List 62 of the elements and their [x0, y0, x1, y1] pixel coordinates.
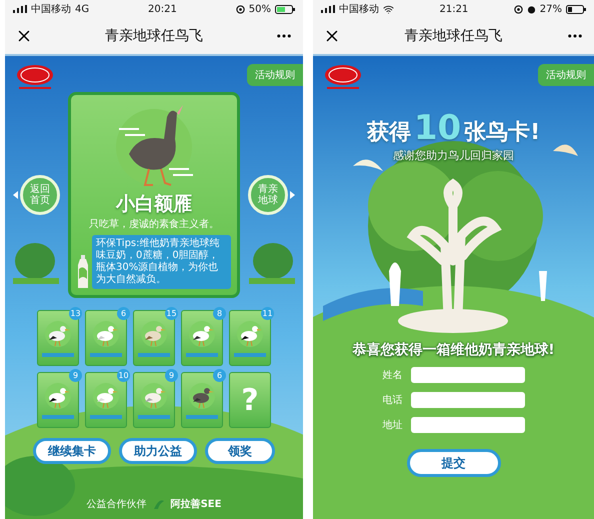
action-button[interactable]: 助力公益 [119, 438, 197, 464]
bird-card-thumbnail[interactable]: 6 [85, 310, 127, 366]
carrier-text: 中国移动 [339, 2, 379, 16]
carrier-text: 中国移动 [31, 2, 71, 16]
bird-icon [235, 319, 265, 349]
logo-icon [15, 64, 55, 90]
bird-card-thumbnail[interactable]: 9 [37, 372, 79, 428]
bird-card-thumbnail[interactable]: 11 [229, 310, 271, 366]
clock-text: 20:21 [148, 4, 177, 14]
network-text: 4G [75, 4, 90, 14]
page-title: 青亲地球任鸟飞 [105, 27, 203, 45]
arrow-icon [290, 191, 295, 199]
field-label: 电话 [382, 394, 402, 407]
locked-card[interactable]: ? [229, 372, 271, 428]
bird-icon [91, 381, 121, 411]
battery-text: 27% [540, 4, 562, 14]
input-field[interactable] [410, 392, 524, 408]
page-title: 青亲地球任鸟飞 [404, 27, 502, 45]
bird-description: 只吃草，虔诚的素食主义者。 [89, 219, 219, 231]
eco-tips: 环保Tips:维他奶青亲地球纯味豆奶，0蔗糖，0胆固醇，瓶体30%源自植物，为你也为大自然减负。 [92, 235, 231, 289]
arrow-icon [13, 191, 18, 199]
signal-icon [321, 5, 335, 13]
field-label: 地址 [382, 418, 402, 432]
action-button[interactable]: 领奖 [205, 438, 275, 464]
input-field[interactable] [410, 417, 524, 433]
bird-card-thumbnail[interactable]: 8 [181, 310, 223, 366]
bird-icon [139, 319, 169, 349]
question-mark: ? [241, 382, 259, 418]
bottle-icon [77, 255, 89, 289]
headline: 获得 10 张鸟卡! [366, 108, 542, 148]
rules-button[interactable]: 活动规则 [538, 64, 594, 86]
partner-label: 公益合作伙伴 [86, 498, 147, 511]
bird-icon [187, 319, 217, 349]
partner-name: 阿拉善SEE [170, 497, 222, 511]
action-button[interactable]: 继续集卡 [33, 438, 111, 464]
bird-icon [43, 319, 73, 349]
bird-icon [43, 381, 73, 411]
subtitle: 感谢您助力鸟儿回归家园 [392, 148, 515, 163]
battery-text: 50% [248, 4, 271, 14]
bird-card-thumbnail[interactable]: 10 [85, 372, 127, 428]
wifi-icon [383, 4, 394, 14]
battery-icon [275, 4, 295, 14]
logo-icon [323, 64, 363, 90]
bird-icon [91, 319, 121, 349]
bird-card-thumbnail[interactable]: 9 [133, 372, 175, 428]
signal-icon [13, 5, 27, 13]
submit-button[interactable]: 提交 [406, 449, 500, 477]
field-label: 姓名 [382, 369, 402, 382]
bird-card-thumbnail[interactable]: 13 [37, 310, 79, 366]
bird-card-thumbnail[interactable]: 6 [181, 372, 223, 428]
lock-rotation-icon [514, 4, 523, 14]
lock-rotation-icon [236, 4, 245, 14]
rules-button[interactable]: 活动规则 [247, 64, 303, 86]
battery-icon [566, 4, 586, 14]
partner-logo-icon [152, 498, 165, 510]
congrats-text: 恭喜您获得一箱维他奶青亲地球! [351, 341, 556, 359]
input-field[interactable] [410, 367, 524, 383]
bird-icon [139, 381, 169, 411]
bird-card-thumbnail[interactable]: 15 [133, 310, 175, 366]
clock-text: 21:21 [439, 4, 468, 14]
bird-icon [187, 381, 217, 411]
bird-name: 小白额雁 [116, 192, 192, 217]
